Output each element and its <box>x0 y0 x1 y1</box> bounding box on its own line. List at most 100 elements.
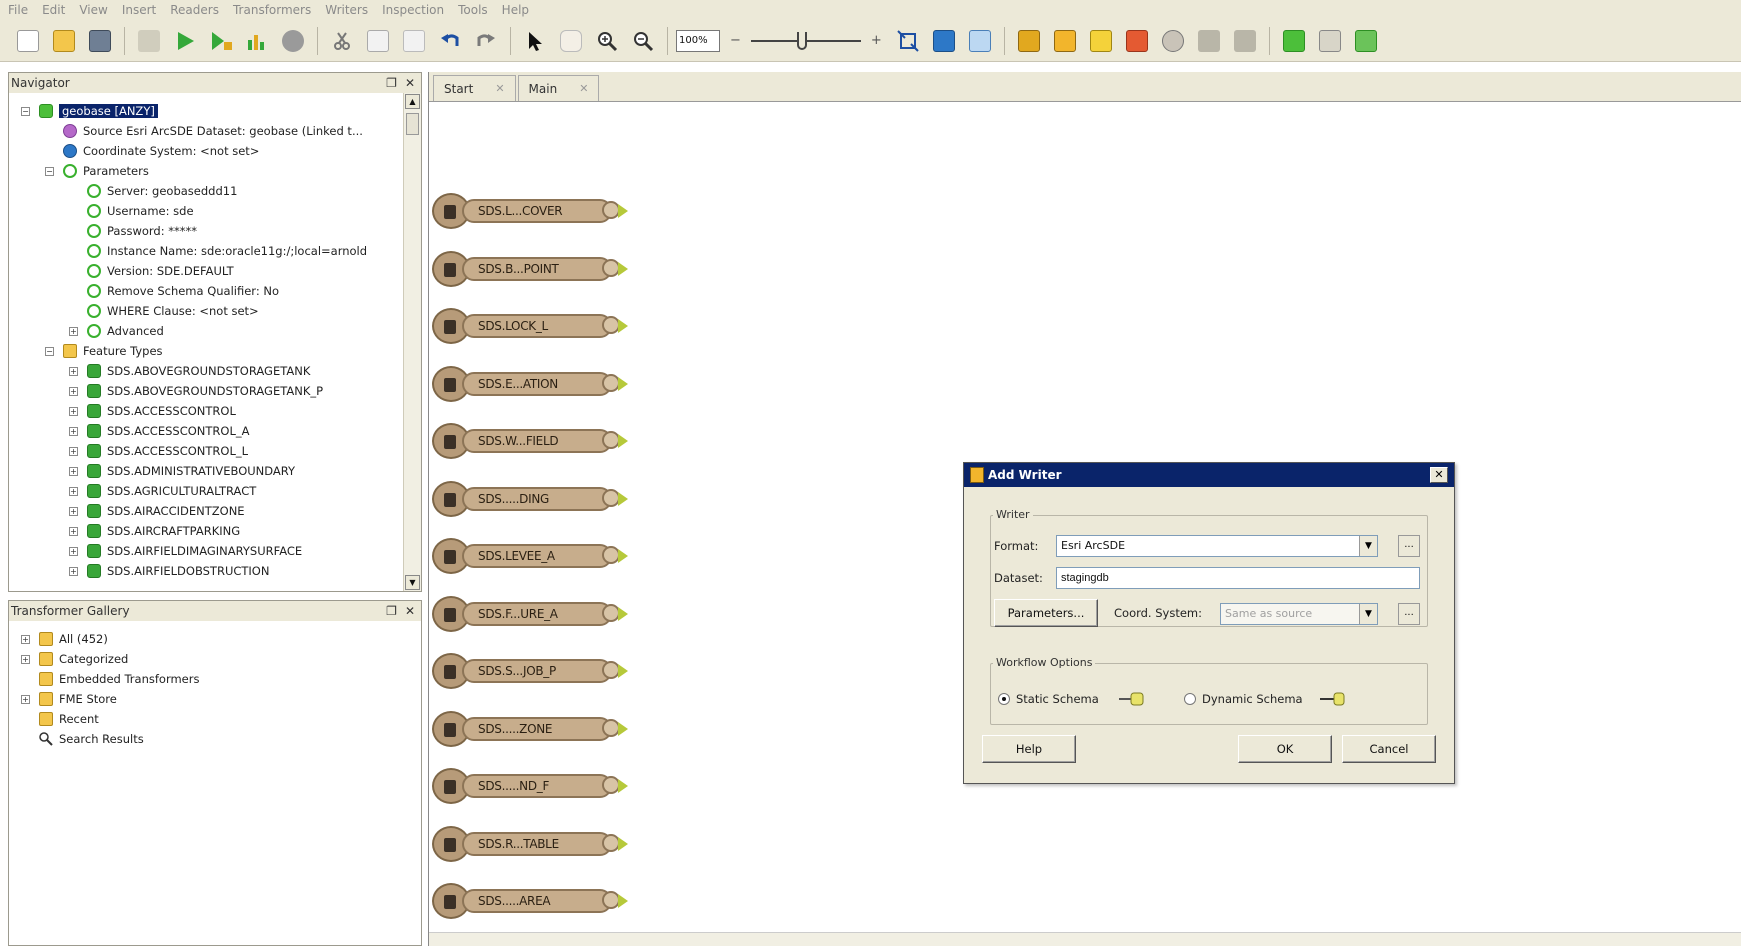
tree-item[interactable]: Server: geobaseddd11 <box>9 181 403 201</box>
expand-icon[interactable]: + <box>69 446 78 456</box>
zoom-plus-button[interactable]: + <box>865 33 888 48</box>
dialog-close-button[interactable]: ✕ <box>1430 467 1448 483</box>
output-arrow-icon[interactable] <box>618 549 628 563</box>
collapse-icon[interactable]: − <box>21 106 30 116</box>
tree-item[interactable]: − Feature Types <box>9 341 403 361</box>
close-panel-icon[interactable]: ✕ <box>405 76 415 90</box>
run-to-icon[interactable] <box>205 25 237 57</box>
add-transformer-icon[interactable] <box>1085 25 1117 57</box>
print-icon[interactable] <box>1314 25 1346 57</box>
scroll-up-icon[interactable]: ▲ <box>405 94 420 109</box>
expand-icon[interactable]: + <box>69 526 78 536</box>
help-button[interactable]: Help <box>982 735 1076 763</box>
cut-icon[interactable] <box>326 25 358 57</box>
tab-start[interactable]: Start ✕ <box>433 75 516 101</box>
output-arrow-icon[interactable] <box>618 606 628 621</box>
output-arrow-icon[interactable] <box>618 836 628 851</box>
tree-item[interactable]: + SDS.ACCESSCONTROL_L <box>9 441 403 461</box>
inspect-icon[interactable] <box>1157 25 1189 57</box>
tree-item[interactable]: + SDS.AIRFIELDOBSTRUCTION <box>9 561 403 581</box>
menu-item-transformers[interactable]: Transformers <box>233 3 311 17</box>
refresh-icon[interactable] <box>964 25 996 57</box>
tree-item[interactable]: + Advanced <box>9 321 403 341</box>
menu-item-view[interactable]: View <box>79 3 107 17</box>
cancel-button[interactable]: Cancel <box>1342 735 1436 763</box>
redo-icon[interactable] <box>470 25 502 57</box>
tree-item[interactable]: Embedded Transformers <box>9 669 403 689</box>
static-schema-radio[interactable] <box>998 693 1010 705</box>
output-arrow-icon[interactable] <box>618 434 628 448</box>
publish-icon[interactable] <box>1350 25 1382 57</box>
reader-feature-type-node[interactable]: SDS.B...POINT <box>432 250 632 287</box>
menu-item-inspection[interactable]: Inspection <box>382 3 444 17</box>
output-arrow-icon[interactable] <box>618 664 628 678</box>
chart-run-icon[interactable] <box>241 25 273 57</box>
expand-icon[interactable]: + <box>69 366 78 376</box>
canvas-horizontal-scrollbar[interactable] <box>429 932 1741 946</box>
tree-item[interactable]: Recent <box>9 709 403 729</box>
ok-button[interactable]: OK <box>1238 735 1332 763</box>
save-icon[interactable] <box>84 25 116 57</box>
output-arrow-icon[interactable] <box>618 491 628 506</box>
tree-item[interactable]: + All (452) <box>9 629 403 649</box>
zoom-out-icon[interactable] <box>627 25 659 57</box>
coord-system-browse-button[interactable]: ... <box>1398 603 1420 625</box>
select-arrow-icon[interactable] <box>519 25 551 57</box>
coord-system-select[interactable]: Same as source ▼ <box>1220 603 1378 625</box>
expand-icon[interactable]: + <box>69 486 78 496</box>
pan-hand-icon[interactable] <box>555 25 587 57</box>
tree-item[interactable]: + FME Store <box>9 689 403 709</box>
reader-feature-type-node[interactable]: SDS.....AREA <box>432 883 632 919</box>
reader-feature-type-node[interactable]: SDS.....DING <box>432 480 632 517</box>
add-feature-type-icon[interactable] <box>1121 25 1153 57</box>
reader-feature-type-node[interactable]: SDS.....ZONE <box>432 710 632 747</box>
close-tab-icon[interactable]: ✕ <box>579 82 588 95</box>
output-arrow-icon[interactable] <box>618 376 628 391</box>
zoom-in-icon[interactable] <box>591 25 623 57</box>
menu-item-help[interactable]: Help <box>502 3 529 17</box>
add-reader-icon[interactable] <box>1013 25 1045 57</box>
expand-icon[interactable]: + <box>69 506 78 516</box>
dynamic-schema-radio[interactable] <box>1184 693 1196 705</box>
parameters-button[interactable]: Parameters... <box>994 599 1098 627</box>
menu-item-readers[interactable]: Readers <box>170 3 219 17</box>
open-folder-icon[interactable] <box>48 25 80 57</box>
output-arrow-icon[interactable] <box>618 779 628 793</box>
reader-feature-type-node[interactable]: SDS.L...COVER <box>432 193 632 229</box>
expand-icon[interactable]: + <box>69 546 78 556</box>
expand-icon[interactable]: + <box>69 566 78 576</box>
reader-feature-type-node[interactable]: SDS.W...FIELD <box>432 423 632 459</box>
tab-main[interactable]: Main ✕ <box>517 75 600 101</box>
dataset-input[interactable] <box>1056 567 1420 589</box>
expand-icon[interactable]: + <box>21 654 30 664</box>
tree-item[interactable]: + SDS.AIRACCIDENTZONE <box>9 501 403 521</box>
reader-feature-type-node[interactable]: SDS.....ND_F <box>432 768 632 804</box>
tree-item[interactable]: + SDS.AIRCRAFTPARKING <box>9 521 403 541</box>
zoom-slider[interactable] <box>750 30 861 52</box>
reader-feature-type-node[interactable]: SDS.LOCK_L <box>432 308 632 344</box>
tree-item[interactable]: Remove Schema Qualifier: No <box>9 281 403 301</box>
float-panel-icon[interactable]: ❐ <box>386 604 397 618</box>
align-icon[interactable] <box>1193 25 1225 57</box>
distribute-icon[interactable] <box>1229 25 1261 57</box>
tree-item[interactable]: + SDS.ABOVEGROUNDSTORAGETANK <box>9 361 403 381</box>
tree-item[interactable]: Username: sde <box>9 201 403 221</box>
output-arrow-icon[interactable] <box>618 894 628 908</box>
run-icon[interactable] <box>169 25 201 57</box>
paste-icon[interactable] <box>398 25 430 57</box>
navigator-scrollbar[interactable]: ▲ ▼ <box>403 93 421 591</box>
zoom-level-input[interactable]: 100% <box>676 29 720 52</box>
reader-feature-type-node[interactable]: SDS.LEVEE_A <box>432 538 632 574</box>
collapse-icon[interactable]: − <box>45 346 54 356</box>
expand-icon[interactable]: + <box>69 426 78 436</box>
chevron-down-icon[interactable]: ▼ <box>1359 604 1377 624</box>
undo-icon[interactable] <box>434 25 466 57</box>
tree-item[interactable]: + SDS.ACCESSCONTROL_A <box>9 421 403 441</box>
tree-item[interactable]: − geobase [ANZY] <box>9 101 403 121</box>
tree-item[interactable]: Version: SDE.DEFAULT <box>9 261 403 281</box>
menu-item-tools[interactable]: Tools <box>458 3 488 17</box>
stop-icon[interactable] <box>133 25 165 57</box>
chevron-down-icon[interactable]: ▼ <box>1359 536 1377 556</box>
zoom-selected-icon[interactable] <box>928 25 960 57</box>
reader-feature-type-node[interactable]: SDS.E...ATION <box>432 365 632 402</box>
